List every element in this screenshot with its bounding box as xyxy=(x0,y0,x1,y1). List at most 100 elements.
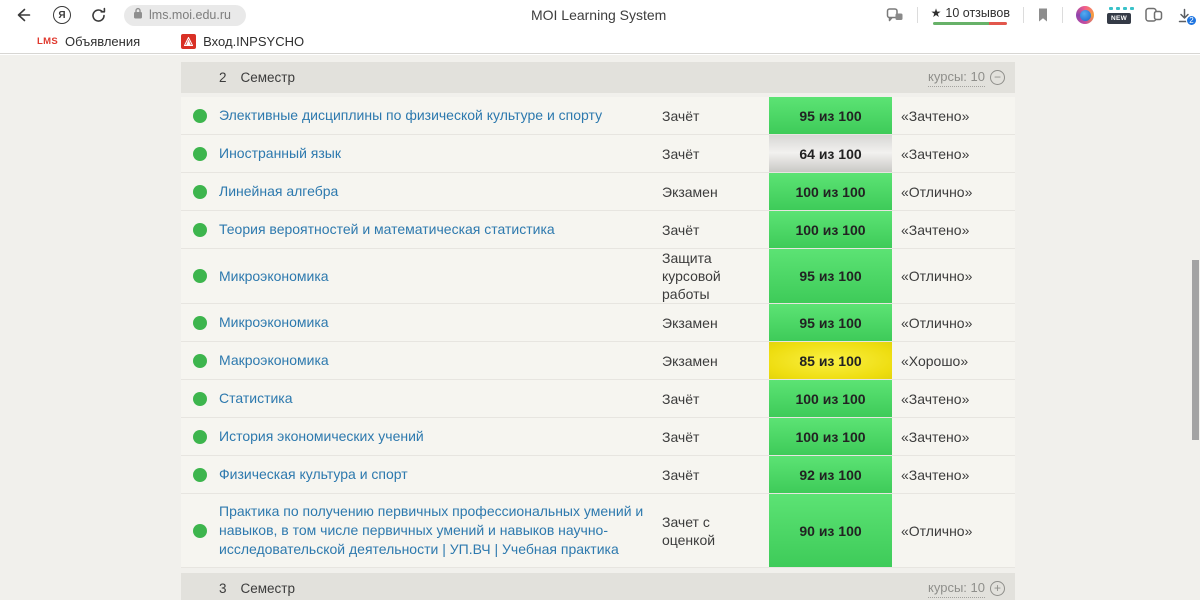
grade-text: «Зачтено» xyxy=(901,145,970,162)
semester-title: Семестр xyxy=(240,581,296,596)
semester-2-header: 2 Семестр курсы: 10 − xyxy=(181,62,1015,93)
course-row: История экономических учений Зачёт 100 и… xyxy=(181,418,1015,456)
assessment-type: Зачёт xyxy=(662,145,700,162)
lock-icon xyxy=(133,6,143,24)
status-dot-icon xyxy=(193,429,207,444)
browser-toolbar: Я lms.moi.edu.ru MOI Learning System ★ 1… xyxy=(0,0,1200,30)
status-dot-icon xyxy=(193,353,207,368)
status-dot-icon xyxy=(193,467,207,482)
reviews-count: 10 отзывов xyxy=(945,5,1010,20)
scrollbar-thumb[interactable] xyxy=(1192,260,1199,440)
assessment-type: Зачёт xyxy=(662,390,700,407)
status-dot-icon xyxy=(193,222,207,237)
address-bar[interactable]: lms.moi.edu.ru xyxy=(124,4,246,26)
semester-courses-toggle[interactable]: курсы: 10 − xyxy=(928,68,1005,87)
refresh-icon[interactable] xyxy=(90,7,107,24)
course-row: Макроэкономика Экзамен 85 из 100 «Хорошо… xyxy=(181,342,1015,380)
bookmarks-bar: LMS Объявления Вход.INPSYCHO xyxy=(0,30,1200,54)
score-badge: 92 из 100 xyxy=(769,456,892,493)
collections-icon[interactable] xyxy=(1144,7,1164,23)
reviews-rating-bar xyxy=(933,21,1008,25)
new-extension-label: NEW xyxy=(1107,12,1131,24)
back-icon[interactable] xyxy=(14,6,32,24)
reviews-widget[interactable]: ★ 10 отзывов xyxy=(931,6,1010,25)
score-badge: 95 из 100 xyxy=(769,304,892,341)
status-dot-icon xyxy=(193,315,207,330)
semester-number: 2 xyxy=(219,70,227,85)
extension-circle-inner xyxy=(1079,9,1091,21)
grade-text: «Отлично» xyxy=(901,522,973,539)
extension-circle-icon[interactable] xyxy=(1076,6,1094,24)
course-link[interactable]: Статистика xyxy=(219,381,662,416)
status-dot-icon xyxy=(193,391,207,406)
score-badge: 100 из 100 xyxy=(769,211,892,248)
course-row: Иностранный язык Зачёт 64 из 100 «Зачтен… xyxy=(181,135,1015,173)
course-link[interactable]: Элективные дисциплины по физической куль… xyxy=(219,98,662,133)
star-icon: ★ xyxy=(930,5,942,20)
score-badge: 100 из 100 xyxy=(769,173,892,210)
course-link[interactable]: Физическая культура и спорт xyxy=(219,457,662,492)
toolbar-separator xyxy=(916,7,918,23)
bookmark-label: Вход.INPSYCHO xyxy=(203,34,305,49)
status-dot-icon xyxy=(193,184,207,199)
status-dot-icon xyxy=(193,108,207,123)
status-dot-icon xyxy=(193,523,207,538)
course-link[interactable]: Иностранный язык xyxy=(219,136,662,171)
grade-text: «Хорошо» xyxy=(901,352,969,369)
semester-3-header: 3 Семестр курсы: 10 + xyxy=(181,573,1015,600)
semester-number: 3 xyxy=(219,581,227,596)
yandex-browser-icon[interactable]: Я xyxy=(53,6,71,24)
bookmark-label: Объявления xyxy=(64,34,141,49)
status-dot-icon xyxy=(193,146,207,161)
course-row: Линейная алгебра Экзамен 100 из 100 «Отл… xyxy=(181,173,1015,211)
course-row: Элективные дисциплины по физической куль… xyxy=(181,97,1015,135)
toolbar-separator xyxy=(1023,7,1024,23)
expand-icon[interactable]: + xyxy=(990,580,1005,596)
grade-text: «Зачтено» xyxy=(901,221,970,238)
new-extension-marks xyxy=(1109,6,1134,10)
assessment-type: Зачёт xyxy=(662,221,700,238)
course-row: Статистика Зачёт 100 из 100 «Зачтено» xyxy=(181,380,1015,418)
grade-text: «Отлично» xyxy=(901,268,973,284)
grade-text: «Зачтено» xyxy=(901,466,970,483)
page-title: MOI Learning System xyxy=(530,7,667,23)
assessment-type: Экзамен xyxy=(662,352,718,369)
score-badge: 85 из 100 xyxy=(769,342,892,379)
grade-text: «Отлично» xyxy=(901,314,973,331)
inpsycho-favicon xyxy=(181,34,197,49)
assessment-type: Зачет с оценкой xyxy=(662,513,716,548)
score-badge: 64 из 100 xyxy=(769,135,892,172)
courses-count-label: курсы: 10 xyxy=(928,579,985,598)
status-dot-icon xyxy=(193,269,207,283)
semester-courses-toggle[interactable]: курсы: 10 + xyxy=(928,579,1005,598)
bookmark-announcements[interactable]: LMS Объявления xyxy=(37,34,140,49)
url-text: lms.moi.edu.ru xyxy=(149,8,231,22)
course-row: Физическая культура и спорт Зачёт 92 из … xyxy=(181,456,1015,494)
score-badge: 95 из 100 xyxy=(769,97,892,134)
course-table-body: Элективные дисциплины по физической куль… xyxy=(181,97,1015,568)
score-badge: 100 из 100 xyxy=(769,418,892,455)
course-link[interactable]: Микроэкономика xyxy=(219,259,662,294)
course-link[interactable]: Практика по получению первичных професси… xyxy=(219,494,662,567)
course-row: Микроэкономика Экзамен 95 из 100 «Отличн… xyxy=(181,304,1015,342)
grade-text: «Зачтено» xyxy=(901,428,970,445)
new-extension-icon[interactable]: NEW xyxy=(1107,6,1134,24)
page-content: 2 Семестр курсы: 10 − Элективные дисципл… xyxy=(0,55,1200,600)
collapse-icon[interactable]: − xyxy=(990,69,1005,85)
course-link[interactable]: Макроэкономика xyxy=(219,343,662,378)
downloads-icon[interactable]: 2 xyxy=(1177,8,1197,26)
assessment-type: Экзамен xyxy=(662,314,718,331)
courses-count-label: курсы: 10 xyxy=(928,68,985,87)
toolbar-separator xyxy=(1062,7,1063,23)
bookmark-icon[interactable] xyxy=(1037,7,1049,23)
course-row: Микроэкономика Защита курсовой работы 95… xyxy=(181,249,1015,304)
grade-text: «Зачтено» xyxy=(901,107,970,124)
course-link[interactable]: Линейная алгебра xyxy=(219,174,662,209)
protect-icon[interactable] xyxy=(886,7,904,23)
course-link[interactable]: Теория вероятностей и математическая ста… xyxy=(219,212,662,247)
assessment-type: Защита курсовой работы xyxy=(662,250,721,302)
course-link[interactable]: История экономических учений xyxy=(219,419,662,454)
course-link[interactable]: Микроэкономика xyxy=(219,305,662,340)
course-row: Теория вероятностей и математическая ста… xyxy=(181,211,1015,249)
bookmark-inpsycho-login[interactable]: Вход.INPSYCHO xyxy=(181,34,304,49)
